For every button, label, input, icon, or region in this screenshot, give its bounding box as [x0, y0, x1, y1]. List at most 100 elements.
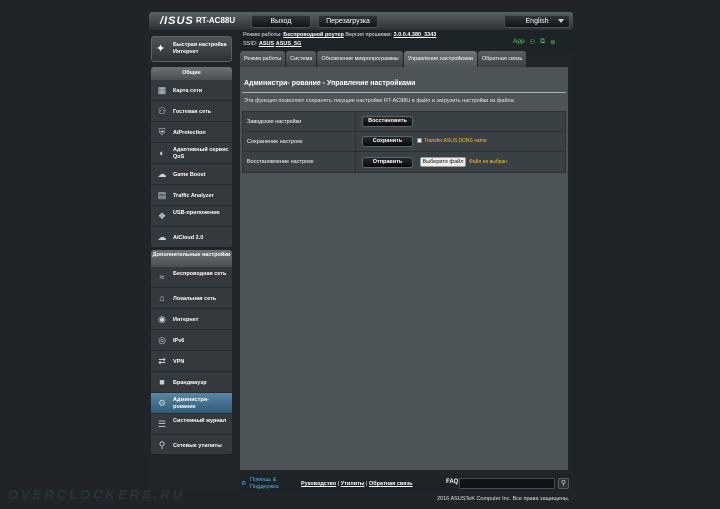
table-row: Сохранение настроек Сохранить Transfer A…	[243, 132, 565, 152]
mode-label: Режим работы:	[243, 32, 282, 38]
qos-icon: ◐	[159, 148, 165, 158]
syslog-icon: ☰	[157, 419, 167, 429]
restore-button[interactable]: Восстановить	[362, 116, 413, 127]
transfer-ddns-label: Transfer ASUS DDNS name	[424, 138, 487, 144]
firmware-label: Версия прошивки:	[345, 32, 392, 38]
sidebar-item-label: Администри- рование	[173, 397, 209, 410]
traffic-analyzer-icon: ▤	[157, 190, 167, 200]
sidebar-item-network-tools[interactable]: ⚲ Сетевые утилиты	[151, 435, 232, 456]
advanced-section-title: Дополнительные настройки	[151, 250, 232, 267]
usb-icon[interactable]: ⊜	[550, 38, 555, 46]
factory-default-label: Заводские настройки	[243, 112, 356, 132]
quick-internet-setup-button[interactable]: ✦ Быстрая настройка Интернет	[151, 36, 232, 62]
sidebar-item-qos[interactable]: ◐ Адаптивный сервис QoS	[151, 143, 232, 164]
choose-file-button[interactable]: Выберите файл	[420, 157, 466, 167]
watermark: OVERCLOCKERS.RU	[8, 487, 186, 502]
guest-network-icon: ⚇	[157, 106, 167, 116]
feedback-link[interactable]: Обратная связь	[369, 481, 413, 487]
sidebar-item-label: Адаптивный сервис QoS	[173, 147, 229, 160]
status-icons: App ⚇ ⧉ ⊜	[513, 38, 556, 46]
sidebar-item-label: Локальная сеть	[173, 295, 217, 302]
chevron-down-icon[interactable]	[558, 19, 564, 23]
sidebar-item-label: Брандмауэр	[173, 379, 207, 386]
tab-settings-management[interactable]: Управление настройками	[403, 51, 477, 67]
save-button[interactable]: Сохранить	[362, 136, 413, 147]
app-link[interactable]: App	[513, 38, 525, 46]
home-icon: ⌂	[159, 293, 165, 303]
sidebar-item-administration[interactable]: ⚙ Администри- рование	[151, 393, 232, 414]
firmware-version-link[interactable]: 3.0.0.4.380_3343	[394, 32, 437, 38]
ssid-5g-link[interactable]: ASUS_5G	[276, 41, 302, 47]
page-description: Эта функция позволяет сохранять текущие …	[244, 98, 514, 104]
sidebar-item-aiprotection[interactable]: ⛨ AiProtection	[151, 122, 232, 143]
logout-button[interactable]: Выход	[251, 15, 311, 28]
sidebar-item-usb-app[interactable]: ❖ USB-приложение	[151, 206, 232, 227]
ipv6-icon: ◎	[158, 335, 166, 345]
globe-icon: ◉	[158, 314, 166, 324]
tab-feedback[interactable]: Обратная связь	[477, 51, 527, 67]
mode-value-link[interactable]: Беспроводной роутер	[283, 32, 344, 38]
shield-icon: ⛨	[158, 127, 166, 137]
search-icon[interactable]: ⚲	[558, 478, 569, 489]
title-divider	[242, 92, 566, 93]
sidebar-item-label: AiCloud 2.0	[173, 234, 204, 241]
help-icon: ⚙	[241, 481, 247, 487]
general-section-title: Общие	[151, 67, 232, 80]
sidebar-item-wan[interactable]: ◉ Интернет	[151, 309, 232, 330]
user-icon[interactable]: ⚇	[530, 38, 536, 46]
sidebar-item-aicloud[interactable]: ☁ AiCloud 2.0	[151, 227, 232, 248]
advanced-nav: ≈ Беспроводная сеть ⌂ Локальная сеть ◉ Инте…	[151, 267, 232, 454]
sidebar-item-label: Гостевая сеть	[173, 108, 212, 115]
sidebar-item-label: Системный журнал	[173, 418, 227, 424]
utilities-link[interactable]: Утилиты	[341, 481, 365, 487]
sidebar-item-label: AiProtection	[173, 129, 206, 136]
network-map-icon: ▦	[157, 85, 167, 95]
usb-app-icon: ❖	[157, 211, 167, 221]
link-separator: |	[366, 481, 368, 487]
model-name: RT-AC88U	[196, 16, 236, 25]
tab-system[interactable]: Система	[286, 51, 317, 67]
admin-icon: ⚙	[157, 398, 167, 408]
restore-settings-label: Восстановление настроек	[243, 152, 356, 172]
sidebar-item-label: Карта сети	[173, 87, 203, 94]
network-icon[interactable]: ⧉	[540, 38, 545, 46]
sidebar-item-lan[interactable]: ⌂ Локальная сеть	[151, 288, 232, 309]
reboot-button[interactable]: Перезагрузка	[318, 15, 378, 28]
quick-setup-label: Быстрая настройка Интернет	[173, 42, 227, 55]
faq-label: FAQ	[446, 479, 459, 485]
sidebar-item-vpn[interactable]: ⇄ VPN	[151, 351, 232, 372]
vpn-icon: ⇄	[158, 356, 166, 366]
sidebar-item-guest-network[interactable]: ⚇ Гостевая сеть	[151, 101, 232, 122]
wand-icon: ✦	[156, 43, 166, 55]
wifi-icon: ≈	[159, 272, 165, 282]
page-title: Администри- рование - Управление настрой…	[244, 80, 416, 87]
firewall-icon: ■	[159, 377, 165, 387]
sidebar-item-traffic-analyzer[interactable]: ▤ Traffic Analyzer	[151, 185, 232, 206]
table-row: Заводские настройки Восстановить	[243, 112, 565, 132]
sidebar-item-game-boost[interactable]: ☁ Game Boost	[151, 164, 232, 185]
sidebar-item-ipv6[interactable]: ◎ IPv6	[151, 330, 232, 351]
ssid-line: SSID: ASUS ASUS_5G	[243, 41, 301, 47]
faq-search-input[interactable]	[459, 478, 555, 489]
save-settings-label: Сохранение настроек	[243, 132, 356, 152]
cloud-icon: ☁	[157, 232, 167, 242]
ssid-24g-link[interactable]: ASUS	[259, 41, 274, 47]
sidebar-item-firewall[interactable]: ■ Брандмауэр	[151, 372, 232, 393]
upload-button[interactable]: Отправить	[362, 157, 413, 168]
sidebar-item-system-log[interactable]: ☰ Системный журнал	[151, 414, 232, 435]
sidebar-item-network-map[interactable]: ▦ Карта сети	[151, 80, 232, 101]
operation-mode-line: Режим работы: Беспроводной роутер Версия…	[243, 32, 436, 38]
help-support-link[interactable]: Помощь & Поддержка	[250, 477, 290, 490]
tab-bar: Режим работы Система Обновление микропро…	[240, 51, 527, 67]
manual-link[interactable]: Руководство	[301, 481, 336, 487]
tab-firmware-upgrade[interactable]: Обновление микропрограммы	[317, 51, 403, 67]
tab-operation-mode[interactable]: Режим работы	[240, 51, 286, 67]
footer-links: Руководство | Утилиты | Обратная связь	[301, 481, 413, 487]
sidebar-item-wireless[interactable]: ≈ Беспроводная сеть	[151, 267, 232, 288]
table-row: Восстановление настроек Отправить Выбери…	[243, 152, 565, 172]
general-nav: ▦ Карта сети ⚇ Гостевая сеть ⛨ AiProtection…	[151, 80, 232, 247]
sidebar-item-label: VPN	[173, 358, 185, 365]
sidebar-item-label: IPv6	[173, 337, 185, 344]
transfer-ddns-checkbox[interactable]	[417, 138, 422, 143]
asus-logo: /ISUS	[160, 15, 194, 27]
